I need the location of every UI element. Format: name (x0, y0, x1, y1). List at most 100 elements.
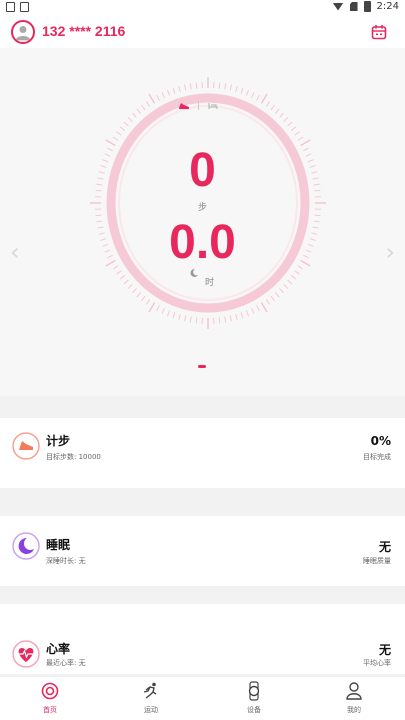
dial-tick (189, 83, 192, 90)
dial-tick (167, 89, 171, 96)
battery-icon (363, 1, 371, 12)
card-title: 睡眠 (46, 538, 71, 552)
divider (198, 101, 199, 110)
steps-icon (12, 432, 40, 460)
dial-tick (141, 104, 146, 111)
heart-rate-card[interactable]: 心率 最近心率: 无 无 平均心率 (0, 604, 405, 674)
running-icon (143, 682, 157, 699)
dial-tick (127, 117, 133, 123)
dial-tick (251, 307, 255, 314)
dial-tick (294, 131, 300, 136)
dial-tick (132, 288, 137, 294)
dial-tick (189, 316, 192, 323)
notification-icon (6, 2, 15, 12)
dial-tick (161, 92, 165, 99)
dial-tick (270, 295, 275, 302)
dial-tick (256, 305, 260, 312)
dial-tick (178, 313, 181, 320)
dial-tick (274, 108, 280, 114)
dial-tick (146, 299, 151, 305)
dial-tick (116, 131, 122, 136)
dial-tick (112, 136, 119, 141)
dial-tick (235, 86, 238, 93)
dial-tick (224, 316, 227, 323)
dial-mode-icons (178, 101, 219, 110)
dial-tick (136, 108, 142, 114)
dial-tick (260, 93, 268, 104)
dial-tick (240, 312, 244, 319)
card-value: 无 (378, 540, 391, 554)
wifi-icon (332, 2, 344, 11)
signal-icon (349, 2, 358, 11)
card-subtitle: 最近心率: 无 (46, 659, 86, 667)
dial-tick (218, 317, 221, 324)
nav-tab-home[interactable]: 首页 (20, 681, 80, 715)
dial-tick (156, 305, 160, 312)
watch-icon (248, 681, 260, 701)
nav-label: 我的 (347, 706, 361, 714)
nav-tab-device[interactable]: 设备 (224, 681, 284, 715)
hours-unit: 时 (204, 278, 214, 288)
dial-tick (141, 295, 146, 302)
nav-label: 设备 (247, 706, 261, 714)
dial-tick (172, 312, 176, 319)
activity-dial-panel[interactable]: ‹ › 0 步 0.0 时 (0, 48, 405, 396)
dial-tick (161, 307, 165, 314)
dial-tick (265, 101, 270, 107)
dial-tick (229, 315, 232, 322)
dial-tick (146, 101, 151, 107)
card-title: 心率 (46, 642, 71, 656)
card-value-label: 睡眠质量 (363, 557, 391, 565)
nav-tab-profile[interactable]: 我的 (324, 681, 384, 715)
dial-tick (294, 270, 300, 275)
nav-label: 首页 (43, 706, 57, 714)
sleep-hours-value: 0.0 (169, 216, 236, 269)
dial-tick (245, 310, 249, 317)
card-subtitle: 目标步数: 10000 (46, 453, 101, 461)
dial-tick (224, 83, 227, 90)
heart-rate-icon (12, 640, 40, 668)
card-title: 计步 (46, 434, 71, 448)
home-icon (41, 682, 59, 700)
dial-tick (297, 136, 304, 141)
dial-tick (240, 87, 244, 94)
dial-tick (283, 117, 289, 123)
dial-tick (279, 288, 284, 294)
bottom-nav: 首页 运动 设备 我的 (0, 676, 405, 720)
card-subtitle: 深睡时长: 无 (46, 557, 86, 565)
page-indicator (198, 365, 206, 368)
dial-tick (167, 310, 171, 317)
sleep-card[interactable]: 睡眠 深睡时长: 无 无 睡眠质量 (0, 516, 405, 586)
account-phone[interactable]: 132 **** 2116 (42, 23, 125, 39)
profile-icon (346, 682, 362, 700)
dial-tick (123, 121, 129, 127)
sim-card-icon (20, 2, 29, 12)
dial-tick (132, 112, 137, 118)
dial-tick (270, 104, 275, 111)
nav-label: 运动 (144, 706, 158, 714)
nav-tab-sport[interactable]: 运动 (121, 681, 181, 715)
dial-tick (148, 302, 156, 313)
dial-tick (274, 292, 280, 298)
dial-tick (218, 82, 221, 89)
dial-tick (279, 112, 284, 118)
dial-tick (184, 315, 187, 322)
dial-tick (195, 82, 198, 89)
card-value: 0% (370, 434, 391, 448)
dial-tick (148, 93, 156, 104)
dial-tick (156, 94, 160, 101)
dial-tick (172, 87, 176, 94)
dial-tick (195, 317, 198, 324)
avatar[interactable] (11, 20, 35, 44)
card-value: 无 (378, 643, 391, 657)
dial-tick (116, 270, 122, 275)
dial-tick (178, 86, 181, 93)
dial-tick (136, 292, 142, 298)
app-header: 132 **** 2116 (0, 16, 405, 48)
dial-tick (290, 126, 297, 131)
bed-icon (208, 102, 218, 109)
steps-unit: 步 (197, 203, 207, 213)
steps-card[interactable]: 计步 目标步数: 10000 0% 目标完成 (0, 418, 405, 488)
dial-tick (251, 92, 255, 99)
calendar-icon[interactable] (371, 24, 387, 40)
